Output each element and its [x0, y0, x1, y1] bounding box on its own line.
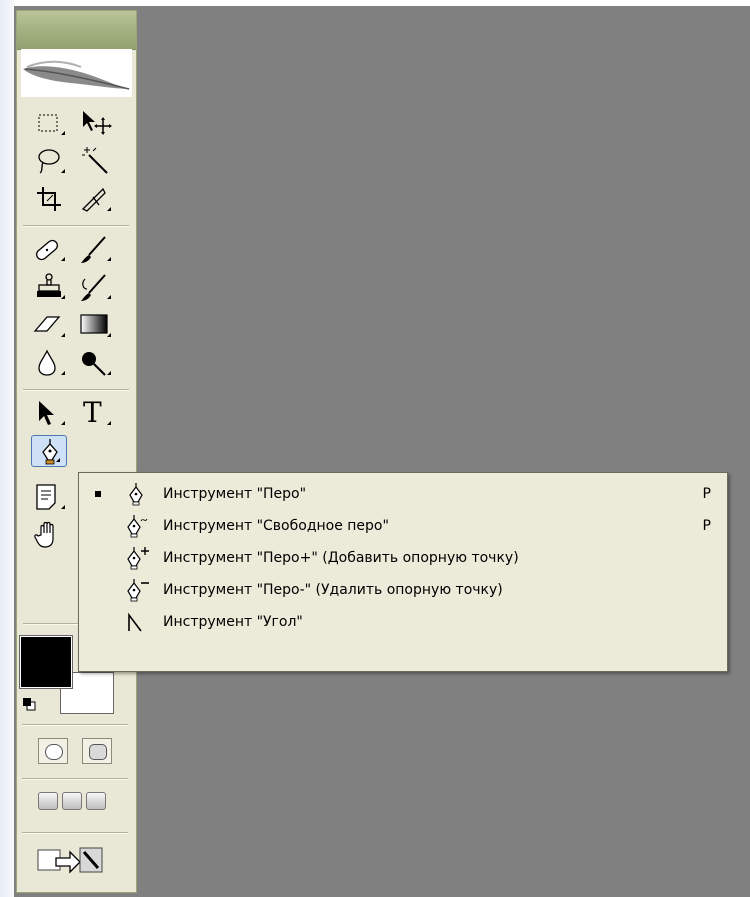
tool-separator [22, 724, 128, 726]
flyout-item-label: Инструмент "Угол" [163, 614, 303, 630]
magic-wand-tool[interactable] [77, 145, 117, 177]
blur-tool[interactable] [31, 347, 71, 379]
selected-marker [95, 491, 101, 497]
flyout-item-label: Инструмент "Перо" [163, 486, 307, 502]
foreground-color-swatch[interactable] [19, 635, 73, 689]
delete-anchor-point-icon [127, 579, 149, 602]
flyout-item-pen[interactable]: Инструмент "Перо" P [79, 479, 727, 509]
eraser-icon [33, 316, 61, 332]
path-selection-tool[interactable] [31, 397, 71, 429]
flyout-item-label: Инструмент "Перо+" (Добавить опорную точ… [163, 550, 519, 566]
notes-tool[interactable] [31, 481, 71, 513]
hand-tool[interactable] [31, 519, 71, 551]
palette-titlebar[interactable] [17, 11, 136, 50]
path-selection-icon [39, 401, 54, 425]
move-icon [83, 111, 112, 135]
standard-mode-button[interactable] [38, 738, 68, 764]
tool-separator [23, 389, 129, 391]
notes-icon [36, 484, 56, 510]
brush-tool[interactable] [77, 233, 117, 265]
healing-brush-icon [35, 239, 59, 261]
pen-tool[interactable] [31, 435, 67, 467]
rectangular-marquee-icon [38, 114, 58, 132]
pen-tools-flyout-menu: Инструмент "Перо" P Инструмент "Свободно… [78, 472, 728, 672]
lasso-tool[interactable] [31, 145, 71, 177]
healing-brush-tool[interactable] [31, 233, 71, 265]
magic-wand-icon [82, 147, 108, 174]
hand-icon [34, 521, 54, 548]
flyout-item-label: Инструмент "Свободное перо" [163, 518, 389, 534]
rectangular-marquee-tool[interactable] [31, 107, 71, 139]
freeform-pen-icon [127, 515, 148, 538]
quick-mask-button[interactable] [82, 738, 112, 764]
dodge-tool[interactable] [77, 347, 117, 379]
slice-icon [81, 187, 106, 212]
convert-point-icon [128, 612, 142, 632]
quick-mask-icon [89, 744, 107, 760]
flyout-item-add-anchor-point[interactable]: Инструмент "Перо+" (Добавить опорную точ… [79, 543, 727, 573]
flyout-item-label: Инструмент "Перо-" (Удалить опорную точк… [163, 582, 503, 598]
crop-icon [37, 187, 61, 211]
clone-stamp-tool[interactable] [31, 271, 71, 303]
gradient-tool[interactable] [77, 309, 117, 341]
standard-screen-mode-button[interactable] [38, 792, 58, 810]
jump-to-imageready-button[interactable] [34, 842, 110, 878]
slice-tool[interactable] [77, 183, 117, 215]
history-brush-icon [81, 274, 106, 301]
full-screen-menu-mode-button[interactable] [62, 792, 82, 810]
crop-tool[interactable] [31, 183, 71, 215]
blur-icon [38, 349, 56, 376]
flyout-item-freeform-pen[interactable]: Инструмент "Свободное перо" P [79, 511, 727, 541]
standard-mode-icon [45, 744, 63, 760]
desktop-edge [0, 0, 14, 897]
dodge-icon [82, 352, 106, 376]
imageready-icon [37, 847, 103, 874]
tools-palette: T [16, 10, 137, 893]
gradient-icon [80, 314, 108, 334]
history-brush-tool[interactable] [77, 271, 117, 303]
tool-separator [22, 778, 128, 780]
tool-separator [23, 225, 129, 227]
lasso-icon [38, 149, 60, 174]
tool-separator [22, 832, 128, 834]
feather-logo[interactable] [21, 49, 132, 97]
eraser-tool[interactable] [31, 309, 71, 341]
clone-stamp-icon [37, 273, 61, 297]
type-tool[interactable]: T [77, 397, 117, 429]
brush-icon [81, 236, 106, 263]
flyout-item-delete-anchor-point[interactable]: Инструмент "Перо-" (Удалить опорную точк… [79, 575, 727, 605]
flyout-item-convert-point[interactable]: Инструмент "Угол" [79, 607, 727, 637]
default-colors-icon[interactable] [22, 696, 36, 711]
full-screen-mode-button[interactable] [86, 792, 106, 810]
move-tool[interactable] [77, 107, 117, 139]
add-anchor-point-icon [127, 547, 149, 570]
shortcut-label: P [702, 486, 711, 502]
pen-icon [42, 439, 58, 465]
pen-icon [129, 483, 143, 506]
shortcut-label: P [702, 518, 711, 534]
type-icon: T [83, 396, 102, 429]
